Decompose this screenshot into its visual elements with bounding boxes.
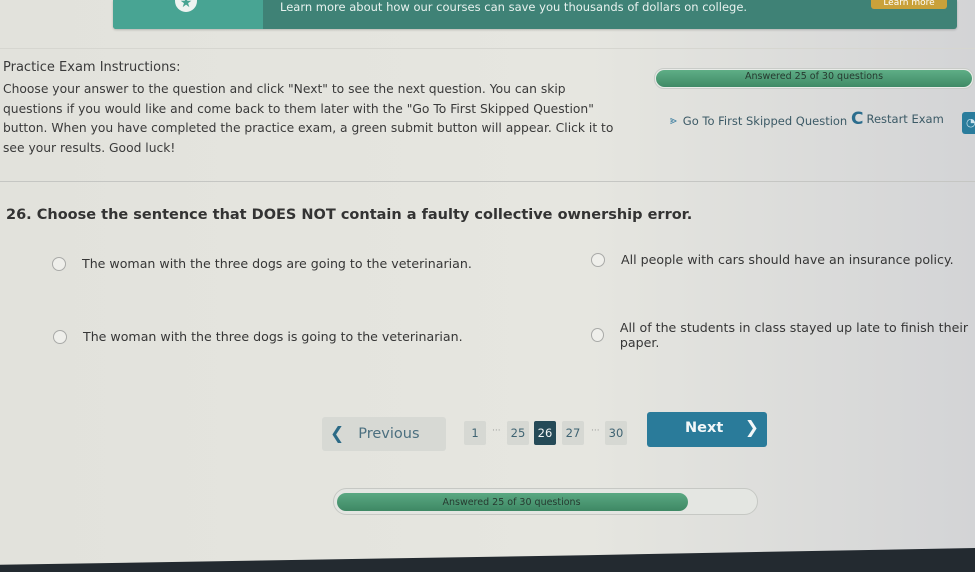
page-button[interactable]: 27 [562,421,584,445]
page-ellipsis: ··· [591,426,600,436]
radio-button[interactable] [591,328,604,342]
radio-button[interactable] [52,256,66,271]
bottom-progress-bar: Answered 25 of 30 questions [333,488,758,515]
timer-button[interactable]: ◔ [962,112,975,134]
answer-option[interactable]: The woman with the three dogs is going t… [53,329,463,344]
star-badge-icon: ★ [175,0,197,12]
screen-bezel [0,548,975,572]
restart-label: Restart Exam [866,112,944,126]
clock-icon: ◔ [966,116,975,129]
page-button[interactable]: 30 [605,421,627,445]
banner-text: Learn more about how our courses can sav… [280,0,748,14]
question-text: 26. Choose the sentence that DOES NOT co… [6,207,692,223]
next-label: Next [685,420,724,436]
double-chevron-right-icon: ⪢ [670,113,677,127]
next-button[interactable]: Next ❯ [647,412,767,447]
option-label: All people with cars should have an insu… [621,252,954,267]
top-progress-bar: Answered 25 of 30 questions [654,68,974,89]
chevron-right-icon: ❯ [744,418,759,438]
option-label: The woman with the three dogs is going t… [83,329,463,344]
answer-option[interactable]: All of the students in class stayed up l… [591,320,975,350]
restart-icon: C [851,109,864,129]
answer-option[interactable]: The woman with the three dogs are going … [52,256,472,271]
learn-more-button[interactable]: Learn more [871,0,947,9]
previous-label: Previous [358,426,420,442]
restart-exam-button[interactable]: C Restart Exam [851,109,944,129]
page-button[interactable]: 1 [464,421,486,445]
divider [0,48,975,49]
previous-button[interactable]: ❮ Previous [322,417,446,451]
instructions-body: Choose your answer to the question and c… [3,82,614,155]
option-label: All of the students in class stayed up l… [619,320,969,350]
divider [0,181,975,182]
chevron-left-icon: ❮ [330,424,345,444]
question-prompt: Choose the sentence that DOES NOT contai… [36,207,693,223]
progress-label: Answered 25 of 30 questions [744,71,884,82]
banner-icon-panel: ★ [113,0,263,29]
promo-banner: ★ Learn more about how our courses can s… [113,0,957,29]
question-number: 26. [6,207,32,223]
option-label: The woman with the three dogs are going … [82,256,472,271]
radio-button[interactable] [53,329,67,344]
go-to-first-skipped-button[interactable]: ⪢ Go To First Skipped Question [670,113,847,128]
page-button[interactable]: 25 [507,421,529,445]
skip-label: Go To First Skipped Question [682,113,848,128]
progress-label: Answered 25 of 30 questions [442,497,581,508]
instructions-title: Practice Exam Instructions: [3,60,181,75]
page-ellipsis: ··· [492,426,501,436]
answer-option[interactable]: All people with cars should have an insu… [591,252,954,267]
page-button-current[interactable]: 26 [534,421,556,445]
radio-button[interactable] [591,252,605,267]
